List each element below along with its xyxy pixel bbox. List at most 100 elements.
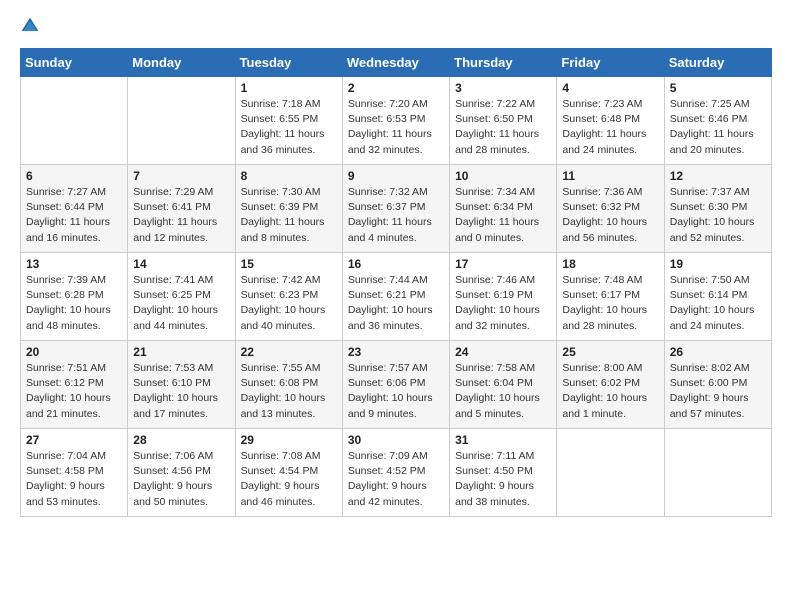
day-info: Sunrise: 7:22 AM Sunset: 6:50 PM Dayligh…: [455, 97, 551, 158]
calendar-cell: 27Sunrise: 7:04 AM Sunset: 4:58 PM Dayli…: [21, 429, 128, 517]
calendar-cell: 12 Sunrise: 7:37 AM Sunset: 6:30 PM Dayli…: [664, 165, 771, 253]
calendar-cell: 6 Sunrise: 7:27 AM Sunset: 6:44 PM Daylig…: [21, 165, 128, 253]
day-info: Sunrise: 7:39 AM Sunset: 6:28 PM Dayligh…: [26, 273, 122, 334]
day-info: Sunrise: 7:50 AM Sunset: 6:14 PM Dayligh…: [670, 273, 766, 334]
calendar-cell: 30 Sunrise: 7:09 AM Sunset: 4:52 PM Dayli…: [342, 429, 449, 517]
calendar-cell: 5 Sunrise: 7:25 AM Sunset: 6:46 PM Daylig…: [664, 77, 771, 165]
day-info: Sunrise: 7:20 AM Sunset: 6:53 PM Dayligh…: [348, 97, 444, 158]
calendar-cell: [664, 429, 771, 517]
calendar-cell: 22 Sunrise: 7:55 AM Sunset: 6:08 PM Dayli…: [235, 341, 342, 429]
weekday-header-wednesday: Wednesday: [342, 49, 449, 77]
day-info: Sunrise: 7:29 AM Sunset: 6:41 PM Dayligh…: [133, 185, 229, 246]
calendar-cell: [128, 77, 235, 165]
day-info: Sunrise: 7:09 AM Sunset: 4:52 PM Dayligh…: [348, 449, 444, 510]
week-row-3: 13 Sunrise: 7:39 AM Sunset: 6:28 PM Dayli…: [21, 253, 772, 341]
day-number: 13: [26, 257, 122, 271]
day-number: 30: [348, 433, 444, 447]
day-info: Sunrise: 7:34 AM Sunset: 6:34 PM Dayligh…: [455, 185, 551, 246]
weekday-header-friday: Friday: [557, 49, 664, 77]
day-info: Sunrise: 7:53 AM Sunset: 6:10 PM Dayligh…: [133, 361, 229, 422]
calendar-cell: 8Sunrise: 7:30 AM Sunset: 6:39 PM Daylig…: [235, 165, 342, 253]
day-number: 2: [348, 81, 444, 95]
calendar-cell: 29Sunrise: 7:08 AM Sunset: 4:54 PM Dayli…: [235, 429, 342, 517]
weekday-header-sunday: Sunday: [21, 49, 128, 77]
calendar-cell: 3 Sunrise: 7:22 AM Sunset: 6:50 PM Daylig…: [450, 77, 557, 165]
day-number: 1: [241, 81, 337, 95]
day-info: Sunrise: 7:42 AM Sunset: 6:23 PM Dayligh…: [241, 273, 337, 334]
calendar-cell: 24 Sunrise: 7:58 AM Sunset: 6:04 PM Dayli…: [450, 341, 557, 429]
day-number: 6: [26, 169, 122, 183]
day-number: 26: [670, 345, 766, 359]
calendar-cell: 16Sunrise: 7:44 AM Sunset: 6:21 PM Dayli…: [342, 253, 449, 341]
header: [20, 16, 772, 36]
calendar-cell: 28 Sunrise: 7:06 AM Sunset: 4:56 PM Dayli…: [128, 429, 235, 517]
weekday-header-thursday: Thursday: [450, 49, 557, 77]
calendar-cell: 18 Sunrise: 7:48 AM Sunset: 6:17 PM Dayli…: [557, 253, 664, 341]
day-number: 24: [455, 345, 551, 359]
weekday-header-row: SundayMondayTuesdayWednesdayThursdayFrid…: [21, 49, 772, 77]
day-info: Sunrise: 7:11 AM Sunset: 4:50 PM Dayligh…: [455, 449, 551, 510]
calendar-cell: [21, 77, 128, 165]
calendar-cell: 31Sunrise: 7:11 AM Sunset: 4:50 PM Dayli…: [450, 429, 557, 517]
day-info: Sunrise: 7:48 AM Sunset: 6:17 PM Dayligh…: [562, 273, 658, 334]
day-info: Sunrise: 7:18 AM Sunset: 6:55 PM Dayligh…: [241, 97, 337, 158]
day-number: 17: [455, 257, 551, 271]
day-number: 5: [670, 81, 766, 95]
week-row-4: 20 Sunrise: 7:51 AM Sunset: 6:12 PM Dayli…: [21, 341, 772, 429]
day-info: Sunrise: 7:36 AM Sunset: 6:32 PM Dayligh…: [562, 185, 658, 246]
calendar-cell: 7 Sunrise: 7:29 AM Sunset: 6:41 PM Daylig…: [128, 165, 235, 253]
calendar-cell: 17 Sunrise: 7:46 AM Sunset: 6:19 PM Dayli…: [450, 253, 557, 341]
day-number: 9: [348, 169, 444, 183]
day-number: 23: [348, 345, 444, 359]
day-number: 12: [670, 169, 766, 183]
logo-icon: [20, 16, 40, 36]
day-number: 18: [562, 257, 658, 271]
calendar-cell: 23 Sunrise: 7:57 AM Sunset: 6:06 PM Dayli…: [342, 341, 449, 429]
day-number: 4: [562, 81, 658, 95]
day-info: Sunrise: 7:55 AM Sunset: 6:08 PM Dayligh…: [241, 361, 337, 422]
day-number: 27: [26, 433, 122, 447]
calendar-cell: 20 Sunrise: 7:51 AM Sunset: 6:12 PM Dayli…: [21, 341, 128, 429]
day-info: Sunrise: 8:00 AM Sunset: 6:02 PM Dayligh…: [562, 361, 658, 422]
calendar-cell: 13 Sunrise: 7:39 AM Sunset: 6:28 PM Dayli…: [21, 253, 128, 341]
day-info: Sunrise: 7:25 AM Sunset: 6:46 PM Dayligh…: [670, 97, 766, 158]
day-info: Sunrise: 7:57 AM Sunset: 6:06 PM Dayligh…: [348, 361, 444, 422]
day-number: 22: [241, 345, 337, 359]
day-info: Sunrise: 7:23 AM Sunset: 6:48 PM Dayligh…: [562, 97, 658, 158]
day-number: 20: [26, 345, 122, 359]
calendar-cell: 1 Sunrise: 7:18 AM Sunset: 6:55 PM Daylig…: [235, 77, 342, 165]
day-info: Sunrise: 7:44 AM Sunset: 6:21 PM Dayligh…: [348, 273, 444, 334]
day-info: Sunrise: 7:37 AM Sunset: 6:30 PM Dayligh…: [670, 185, 766, 246]
day-number: 10: [455, 169, 551, 183]
day-info: Sunrise: 7:08 AM Sunset: 4:54 PM Dayligh…: [241, 449, 337, 510]
day-info: Sunrise: 7:06 AM Sunset: 4:56 PM Dayligh…: [133, 449, 229, 510]
day-info: Sunrise: 7:46 AM Sunset: 6:19 PM Dayligh…: [455, 273, 551, 334]
calendar-cell: 15 Sunrise: 7:42 AM Sunset: 6:23 PM Dayli…: [235, 253, 342, 341]
day-number: 19: [670, 257, 766, 271]
day-number: 3: [455, 81, 551, 95]
calendar-cell: 11Sunrise: 7:36 AM Sunset: 6:32 PM Dayli…: [557, 165, 664, 253]
day-info: Sunrise: 7:58 AM Sunset: 6:04 PM Dayligh…: [455, 361, 551, 422]
day-info: Sunrise: 8:02 AM Sunset: 6:00 PM Dayligh…: [670, 361, 766, 422]
calendar-cell: 4 Sunrise: 7:23 AM Sunset: 6:48 PM Daylig…: [557, 77, 664, 165]
day-number: 25: [562, 345, 658, 359]
day-number: 7: [133, 169, 229, 183]
calendar-cell: 9 Sunrise: 7:32 AM Sunset: 6:37 PM Daylig…: [342, 165, 449, 253]
calendar-cell: 19 Sunrise: 7:50 AM Sunset: 6:14 PM Dayli…: [664, 253, 771, 341]
day-info: Sunrise: 7:32 AM Sunset: 6:37 PM Dayligh…: [348, 185, 444, 246]
day-number: 8: [241, 169, 337, 183]
day-number: 15: [241, 257, 337, 271]
week-row-1: 1 Sunrise: 7:18 AM Sunset: 6:55 PM Daylig…: [21, 77, 772, 165]
calendar-cell: 10 Sunrise: 7:34 AM Sunset: 6:34 PM Dayli…: [450, 165, 557, 253]
day-info: Sunrise: 7:27 AM Sunset: 6:44 PM Dayligh…: [26, 185, 122, 246]
day-number: 21: [133, 345, 229, 359]
calendar-cell: 2 Sunrise: 7:20 AM Sunset: 6:53 PM Daylig…: [342, 77, 449, 165]
calendar-table: SundayMondayTuesdayWednesdayThursdayFrid…: [20, 48, 772, 517]
day-info: Sunrise: 7:51 AM Sunset: 6:12 PM Dayligh…: [26, 361, 122, 422]
day-info: Sunrise: 7:41 AM Sunset: 6:25 PM Dayligh…: [133, 273, 229, 334]
calendar-cell: [557, 429, 664, 517]
day-number: 28: [133, 433, 229, 447]
weekday-header-saturday: Saturday: [664, 49, 771, 77]
week-row-5: 27Sunrise: 7:04 AM Sunset: 4:58 PM Dayli…: [21, 429, 772, 517]
calendar-cell: 14Sunrise: 7:41 AM Sunset: 6:25 PM Dayli…: [128, 253, 235, 341]
